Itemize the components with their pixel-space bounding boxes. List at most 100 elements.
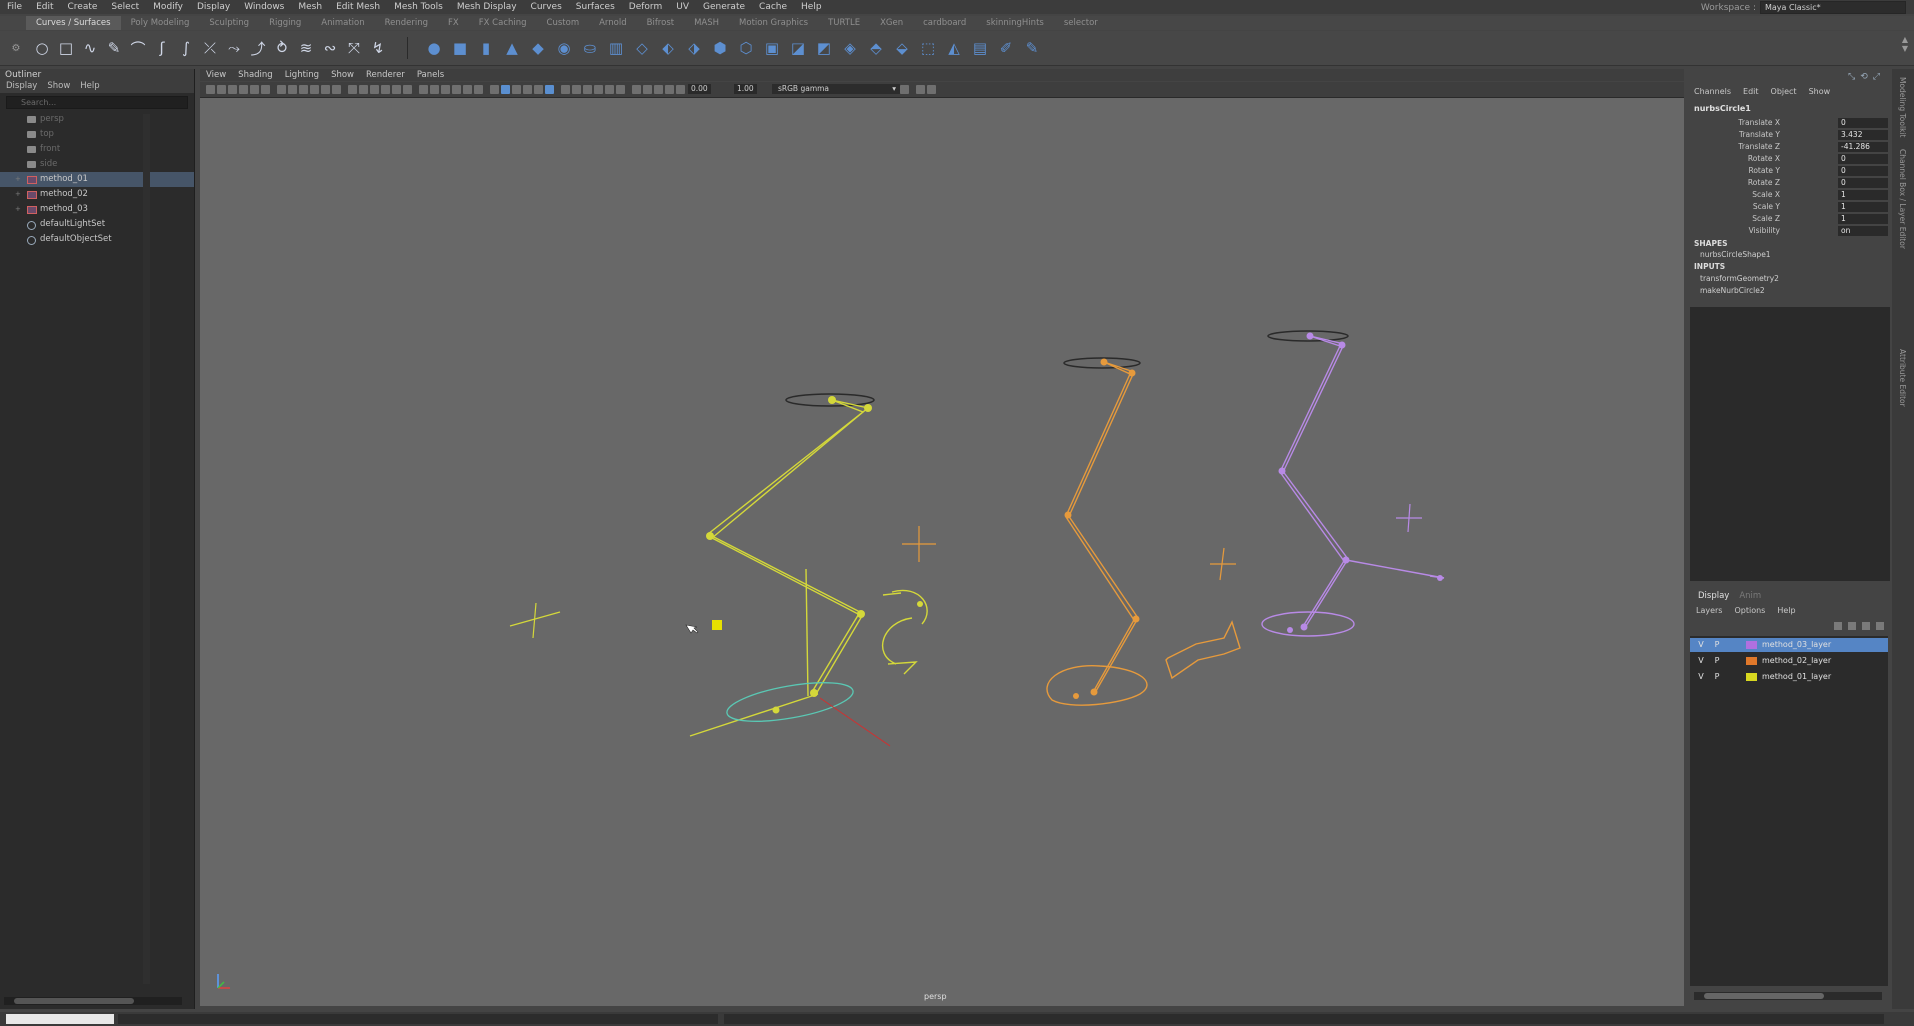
bezier-curve-icon[interactable]: ʃ: [152, 39, 172, 57]
channel-object-name[interactable]: nurbsCircle1: [1694, 104, 1751, 113]
curve-editing-icon[interactable]: ↯: [368, 39, 388, 57]
layer-color-swatch[interactable]: [1746, 673, 1757, 681]
outliner-item[interactable]: side: [0, 157, 194, 172]
viewport-tool-icon[interactable]: [277, 85, 286, 94]
shelf-tab[interactable]: Motion Graphics: [729, 16, 818, 30]
viewport-tool-icon[interactable]: [419, 85, 428, 94]
nurbs-square-icon[interactable]: □: [56, 39, 76, 57]
viewport-tool-icon[interactable]: [512, 85, 521, 94]
shelf-tab[interactable]: Sculpting: [199, 16, 259, 30]
layer-color-swatch[interactable]: [1746, 641, 1757, 649]
viewport-tool-icon[interactable]: [643, 85, 652, 94]
viewport-tool-icon[interactable]: [288, 85, 297, 94]
viewport-tool-icon[interactable]: [900, 85, 909, 94]
new-layer-selected-icon[interactable]: [1876, 622, 1884, 630]
channel-attribute-value[interactable]: 0: [1838, 166, 1888, 176]
menu-mesh[interactable]: Mesh: [291, 2, 329, 12]
layer-horizontal-scrollbar[interactable]: [1694, 992, 1882, 1000]
menu-deform[interactable]: Deform: [622, 2, 669, 12]
layer-visibility-toggle[interactable]: V: [1696, 640, 1706, 649]
cv-curve-icon[interactable]: ∿: [80, 39, 100, 57]
outliner-menu-item[interactable]: Help: [80, 81, 99, 93]
viewport-tool-icon[interactable]: [452, 85, 461, 94]
viewport-tool-icon[interactable]: [616, 85, 625, 94]
menu-generate[interactable]: Generate: [696, 2, 752, 12]
color-management-dropdown[interactable]: sRGB gamma ▾: [772, 84, 900, 94]
intersect-surfaces-icon[interactable]: ◩: [814, 39, 834, 57]
surface-editing-icon[interactable]: ✎: [1022, 39, 1042, 57]
viewport-menu-item[interactable]: Shading: [238, 70, 273, 80]
menu-uv[interactable]: UV: [669, 2, 696, 12]
shelf-tab[interactable]: FX Caching: [469, 16, 537, 30]
channel-attribute-row[interactable]: Visibility on: [1690, 226, 1890, 237]
viewport-tool-icon[interactable]: [594, 85, 603, 94]
pencil-curve-icon[interactable]: ✎: [104, 39, 124, 57]
menu-mesh-display[interactable]: Mesh Display: [450, 2, 524, 12]
viewport-tool-icon[interactable]: [228, 85, 237, 94]
viewport-tool-icon[interactable]: [348, 85, 357, 94]
workspace-dropdown[interactable]: Maya Classic*: [1760, 1, 1906, 14]
layer-playback-toggle[interactable]: P: [1712, 640, 1722, 649]
viewport-tool-icon[interactable]: [490, 85, 499, 94]
shelf-tab[interactable]: Poly Modeling: [121, 16, 200, 30]
project-curve-icon[interactable]: ◪: [788, 39, 808, 57]
detach-surfaces-icon[interactable]: ⬚: [918, 39, 938, 57]
arc-tool-icon[interactable]: ⌒: [128, 39, 148, 58]
shelf-scroll-arrows-icon[interactable]: ▲ ▼: [1902, 35, 1908, 53]
loft-icon[interactable]: ▥: [606, 39, 626, 57]
mel-command-line[interactable]: [6, 1014, 114, 1024]
outliner-vertical-scrollbar[interactable]: [143, 114, 150, 984]
channel-attribute-row[interactable]: Scale Z 1: [1690, 214, 1890, 225]
untrim-icon[interactable]: ⬘: [866, 39, 886, 57]
bevel-plus-icon[interactable]: ⬢: [710, 39, 730, 57]
viewport-tool-icon[interactable]: [474, 85, 483, 94]
menu-surfaces[interactable]: Surfaces: [569, 2, 622, 12]
layer-editor-menu-item[interactable]: Help: [1777, 606, 1795, 615]
side-tab-modeling-toolkit[interactable]: Modeling Toolkit: [1898, 77, 1907, 137]
side-tab-attribute-editor[interactable]: Attribute Editor: [1898, 349, 1907, 407]
layer-editor-menu-item[interactable]: Layers: [1696, 606, 1722, 615]
viewport-tool-icon[interactable]: [501, 85, 510, 94]
scene-canvas[interactable]: [200, 98, 1684, 1006]
outliner-item[interactable]: defaultLightSet: [0, 217, 194, 232]
shelf-tab[interactable]: Custom: [537, 16, 590, 30]
nurbs-torus-icon[interactable]: ◉: [554, 39, 574, 57]
outliner-search-input[interactable]: Search...: [6, 96, 188, 109]
viewport-tool-icon[interactable]: [310, 85, 319, 94]
viewport-menu-item[interactable]: Show: [331, 70, 354, 80]
expand-icon[interactable]: ⤢: [1873, 72, 1880, 82]
channel-attribute-value[interactable]: 1: [1838, 190, 1888, 200]
viewport-tool-icon[interactable]: [299, 85, 308, 94]
channel-attribute-value[interactable]: 0: [1838, 178, 1888, 188]
viewport-tool-icon[interactable]: [605, 85, 614, 94]
nurbs-cone-icon[interactable]: ▲: [502, 39, 522, 57]
viewport-tool-icon[interactable]: [545, 85, 554, 94]
viewport-tool-icon[interactable]: [523, 85, 532, 94]
channel-attribute-row[interactable]: Rotate X 0: [1690, 154, 1890, 165]
insert-knot-icon[interactable]: ⤴: [248, 39, 268, 58]
gamma-field[interactable]: 1.00: [734, 84, 757, 94]
viewport-tool-icon[interactable]: [430, 85, 439, 94]
nurbs-plane-icon[interactable]: ◆: [528, 39, 548, 57]
menu-edit[interactable]: Edit: [29, 2, 60, 12]
shelf-tab[interactable]: skinningHints: [976, 16, 1054, 30]
menu-mesh-tools[interactable]: Mesh Tools: [387, 2, 450, 12]
viewport-tool-icon[interactable]: [463, 85, 472, 94]
nurbs-sphere-icon[interactable]: ●: [424, 39, 444, 57]
shelf-options-icon[interactable]: ⚙: [6, 39, 26, 57]
layer-name[interactable]: method_01_layer: [1762, 672, 1831, 681]
viewport-tool-icon[interactable]: [916, 85, 925, 94]
layer-row[interactable]: V Pmethod_01_layer: [1690, 670, 1888, 684]
menu-file[interactable]: File: [0, 2, 29, 12]
menu-edit-mesh[interactable]: Edit Mesh: [329, 2, 387, 12]
viewport-tool-icon[interactable]: [206, 85, 215, 94]
input-node[interactable]: makeNurbCircle2: [1700, 286, 1765, 295]
shelf-tab[interactable]: FX: [438, 16, 469, 30]
extrude-icon[interactable]: ⬖: [658, 39, 678, 57]
channel-attribute-row[interactable]: Rotate Y 0: [1690, 166, 1890, 177]
channel-box-menu-item[interactable]: Show: [1809, 87, 1831, 96]
shelf-tab[interactable]: Animation: [311, 16, 374, 30]
ep-curve-icon[interactable]: ∫: [176, 39, 196, 57]
channel-attribute-row[interactable]: Scale X 1: [1690, 190, 1890, 201]
rebuild-curve-icon[interactable]: ∾: [320, 39, 340, 57]
